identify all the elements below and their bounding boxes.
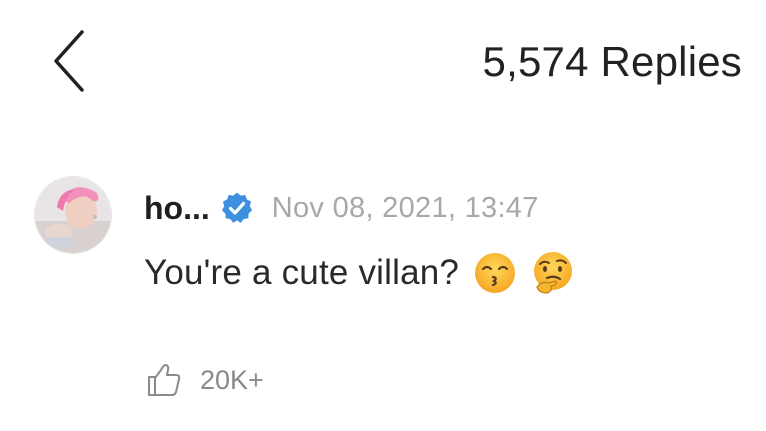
comment-body: You're a cute villan? (144, 248, 575, 298)
thinking-face-emoji (531, 251, 575, 295)
chevron-left-icon (54, 30, 84, 92)
back-button[interactable] (46, 28, 90, 94)
like-button[interactable]: 20K+ (146, 362, 264, 398)
comment-meta: ho... Nov 08, 2021, 13:47 (144, 188, 539, 228)
like-count: 20K+ (200, 364, 264, 395)
replies-count-title: 5,574 Replies (482, 38, 742, 85)
comment-text: You're a cute villan? (144, 253, 460, 292)
avatar[interactable] (34, 176, 112, 254)
username[interactable]: ho... (144, 190, 210, 227)
thumbs-up-icon (146, 362, 182, 398)
comment-timestamp: Nov 08, 2021, 13:47 (271, 191, 539, 224)
replies-header: 5,574 Replies (0, 0, 766, 120)
verified-badge-icon (220, 191, 254, 225)
avatar-image (35, 177, 111, 253)
kissing-face-emoji (473, 251, 517, 295)
comment-item: ho... Nov 08, 2021, 13:47 You're a cute … (34, 176, 754, 406)
